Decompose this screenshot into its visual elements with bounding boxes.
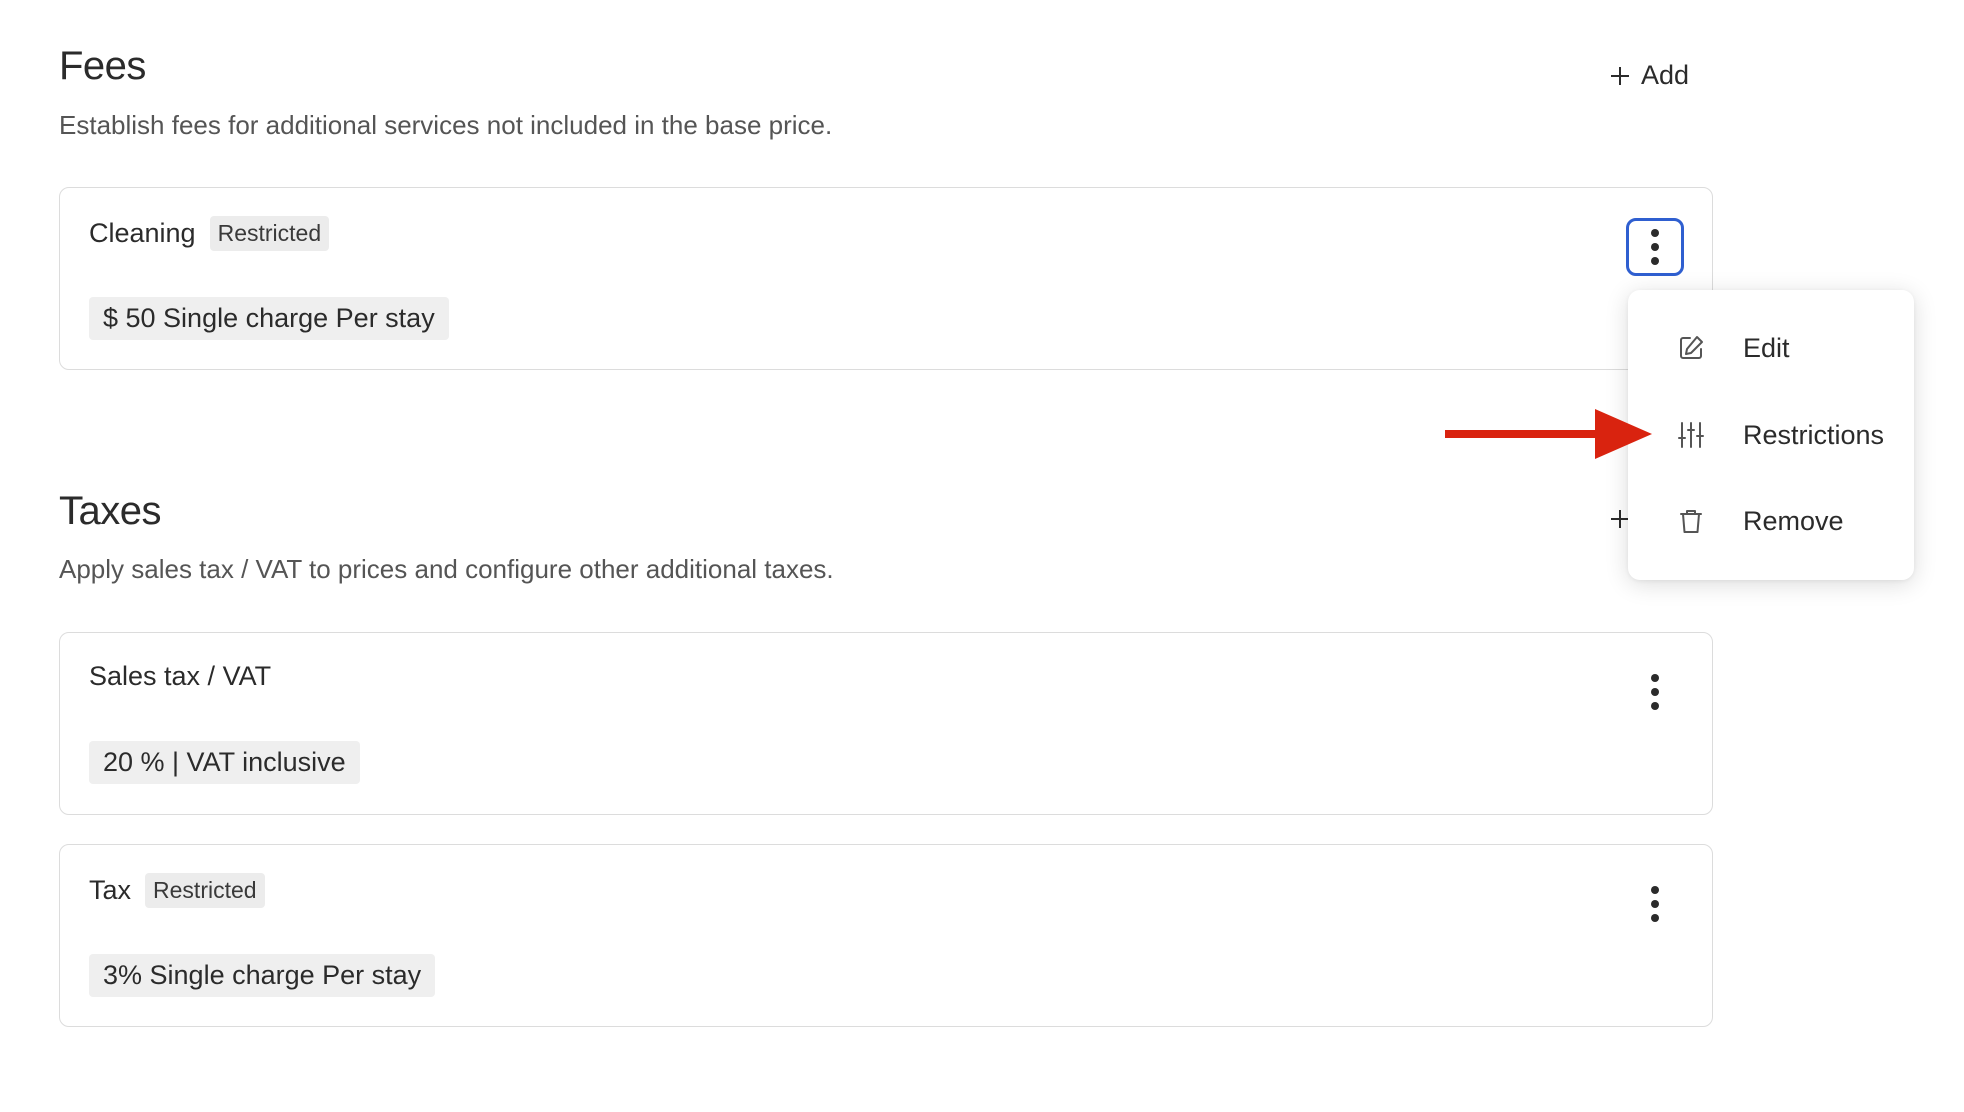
sliders-icon — [1678, 422, 1704, 448]
fees-title: Fees — [59, 44, 146, 88]
restricted-badge: Restricted — [209, 216, 330, 251]
fee-detail-chip: $ 50 Single charge Per stay — [89, 297, 449, 340]
taxes-description: Apply sales tax / VAT to prices and conf… — [59, 554, 834, 584]
more-options-button[interactable] — [1626, 663, 1684, 721]
context-menu: Edit Restrictions Remove — [1628, 290, 1914, 580]
annotation-arrow — [1445, 409, 1652, 459]
tax-card-tax: Tax Restricted 3% Single charge Per stay — [59, 844, 1713, 1027]
add-fee-label: Add — [1641, 60, 1690, 90]
menu-item-remove[interactable]: Remove — [1628, 486, 1914, 556]
tax-name: Tax — [89, 875, 132, 905]
menu-item-label: Restrictions — [1743, 419, 1885, 450]
menu-item-restrictions[interactable]: Restrictions — [1628, 400, 1914, 470]
tax-detail-chip: 20 % | VAT inclusive — [89, 741, 360, 784]
more-options-button[interactable] — [1626, 218, 1684, 276]
add-fee-button[interactable]: Add — [1609, 60, 1689, 91]
tax-card-sales-tax: Sales tax / VAT 20 % | VAT inclusive — [59, 632, 1713, 815]
more-options-button[interactable] — [1626, 875, 1684, 933]
taxes-title: Taxes — [59, 489, 162, 533]
more-vertical-icon — [1651, 674, 1659, 710]
tax-detail-chip: 3% Single charge Per stay — [89, 954, 436, 997]
trash-icon — [1680, 510, 1702, 533]
fee-card-cleaning: Cleaning Restricted $ 50 Single charge P… — [59, 187, 1713, 370]
more-vertical-icon — [1651, 886, 1659, 922]
fees-description: Establish fees for additional services n… — [59, 110, 833, 140]
menu-item-label: Remove — [1743, 505, 1844, 536]
menu-item-edit[interactable]: Edit — [1628, 313, 1914, 383]
menu-item-label: Edit — [1743, 332, 1790, 363]
tax-name: Sales tax / VAT — [89, 661, 272, 691]
restricted-badge: Restricted — [145, 873, 265, 908]
fee-name: Cleaning — [89, 218, 196, 248]
edit-icon — [1680, 336, 1703, 359]
more-vertical-icon — [1651, 229, 1659, 265]
plus-icon — [1611, 66, 1629, 85]
